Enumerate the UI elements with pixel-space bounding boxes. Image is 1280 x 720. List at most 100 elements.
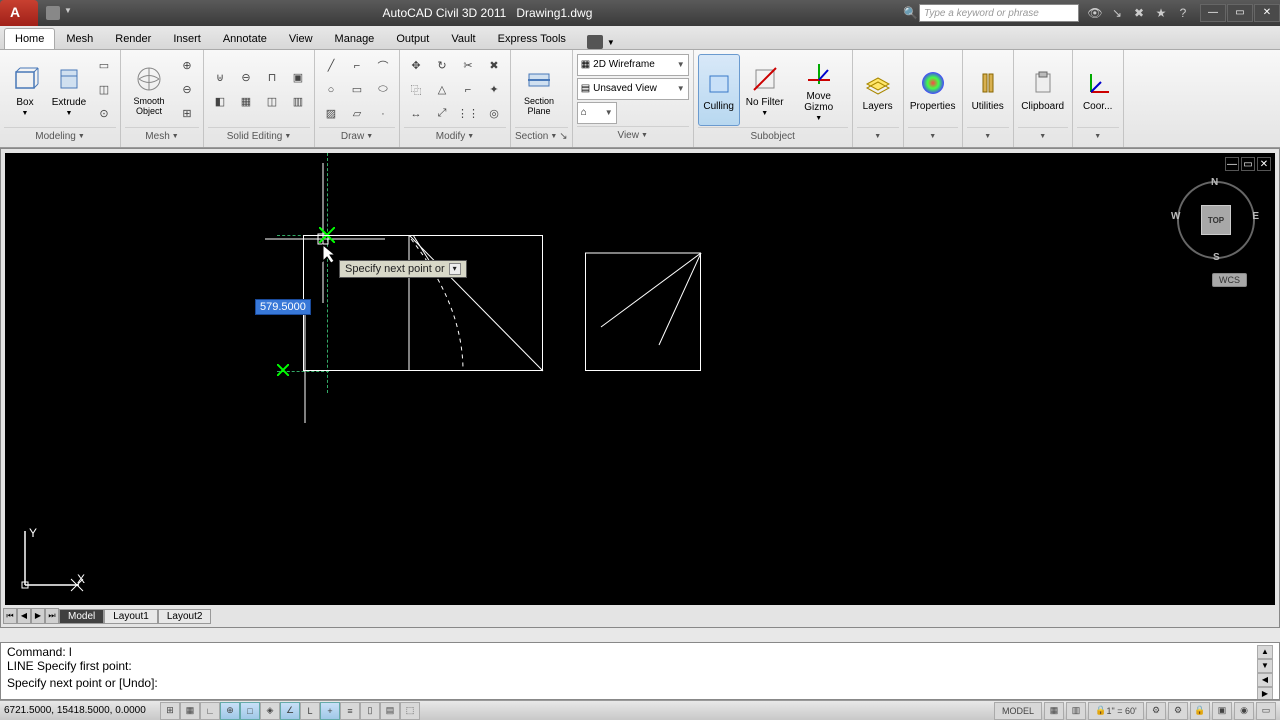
trim-button[interactable]: ✂ (456, 55, 480, 77)
imprint-button[interactable]: ▥ (286, 91, 310, 113)
visual-style-dropdown[interactable]: ▦ 2D Wireframe▼ (577, 54, 689, 76)
quick-view-drawings-button[interactable]: ▥ (1066, 702, 1086, 720)
tab-annotate[interactable]: Annotate (212, 28, 278, 49)
move-button[interactable]: ✥ (404, 55, 428, 77)
presspull-button[interactable]: ◫ (92, 79, 116, 101)
culling-button[interactable]: Culling (698, 54, 740, 126)
lwt-toggle[interactable]: ≡ (340, 702, 360, 720)
help-icon[interactable]: ? (1175, 5, 1191, 21)
ducs-toggle[interactable]: L (300, 702, 320, 720)
tab-next-button[interactable]: ▶ (31, 608, 45, 624)
hardware-accel-button[interactable]: ▣ (1212, 702, 1232, 720)
maximize-button[interactable]: ▭ (1227, 4, 1253, 22)
intersect-button[interactable]: ⊓ (260, 67, 284, 89)
offset-button[interactable]: ◎ (482, 103, 506, 125)
rectangle-button[interactable]: ▭ (345, 79, 369, 101)
tpy-toggle[interactable]: ▯ (360, 702, 380, 720)
viewcube[interactable]: N S W E TOP (1177, 181, 1255, 259)
rotate-button[interactable]: ↻ (430, 55, 454, 77)
tab-render[interactable]: Render (104, 28, 162, 49)
scroll-up-icon[interactable]: ▲ (1257, 645, 1273, 659)
viewcube-north[interactable]: N (1211, 177, 1218, 188)
subtract-button[interactable]: ⊖ (234, 67, 258, 89)
clipboard-button[interactable]: Clipboard (1018, 54, 1068, 126)
tab-express-tools[interactable]: Express Tools (487, 28, 577, 49)
thicken-button[interactable]: ▦ (234, 91, 258, 113)
polar-toggle[interactable]: ⊕ (220, 702, 240, 720)
stretch-button[interactable]: ↔ (404, 103, 428, 125)
dyn-toggle[interactable]: + (320, 702, 340, 720)
qat-button[interactable] (46, 6, 60, 20)
exchange-icon[interactable]: ✖ (1131, 5, 1147, 21)
extract-edges-button[interactable]: ◫ (260, 91, 284, 113)
panel-title-modeling[interactable]: Modeling ▼ (4, 127, 116, 145)
hatch-button[interactable]: ▨ (319, 103, 343, 125)
erase-button[interactable]: ✖ (482, 55, 506, 77)
scroll-right-icon[interactable]: ▶ (1257, 687, 1273, 700)
close-button[interactable]: ✕ (1254, 4, 1280, 22)
tab-mesh[interactable]: Mesh (55, 28, 104, 49)
union-button[interactable]: ⊎ (208, 67, 232, 89)
panel-title-section[interactable]: Section ▼ ↘ (515, 127, 568, 145)
scroll-left-icon[interactable]: ◀ (1257, 673, 1273, 687)
viewport-maximize-button[interactable]: ▭ (1241, 157, 1255, 171)
viewcube-south[interactable]: S (1213, 252, 1220, 263)
isolate-objects-button[interactable]: ◉ (1234, 702, 1254, 720)
tab-manage[interactable]: Manage (324, 28, 386, 49)
panel-expand-utilities[interactable]: ▼ (967, 127, 1009, 145)
move-gizmo-button[interactable]: Move Gizmo ▼ (790, 54, 848, 126)
no-filter-button[interactable]: No Filter ▼ (742, 54, 788, 126)
binoculars-icon[interactable]: 👁 (1087, 5, 1103, 21)
polyline-button[interactable]: ⌐ (345, 55, 369, 77)
tab-prev-button[interactable]: ◀ (17, 608, 31, 624)
annotation-visibility-button[interactable]: ⚙ (1146, 702, 1166, 720)
panel-toggle-icon[interactable] (587, 35, 603, 49)
arc-button[interactable]: ⌒ (371, 55, 395, 77)
box-button[interactable]: Box ▼ (4, 54, 46, 126)
polysolid-button[interactable]: ▭ (92, 55, 116, 77)
extrude-button[interactable]: Extrude ▼ (48, 54, 90, 126)
coordinates-button[interactable]: Coor... (1077, 54, 1119, 126)
copy-button[interactable]: ⿻ (404, 79, 428, 101)
favorites-icon[interactable]: ★ (1153, 5, 1169, 21)
model-tab[interactable]: Model (59, 609, 104, 624)
model-space-button[interactable]: MODEL (994, 702, 1042, 720)
properties-button[interactable]: Properties (908, 54, 958, 126)
section-plane-button[interactable]: Section Plane (515, 54, 563, 126)
panel-expand-coordinates[interactable]: ▼ (1077, 127, 1119, 145)
tab-home[interactable]: Home (4, 28, 55, 49)
tab-view[interactable]: View (278, 28, 324, 49)
clean-screen-button[interactable]: ▭ (1256, 702, 1276, 720)
quick-view-layouts-button[interactable]: ▦ (1044, 702, 1064, 720)
annotation-scale-button[interactable]: 🔒 1" = 60' (1088, 702, 1144, 720)
tooltip-options-icon[interactable]: ▾ (449, 263, 461, 275)
panel-expand-clipboard[interactable]: ▼ (1018, 127, 1068, 145)
viewcube-west[interactable]: W (1171, 211, 1180, 222)
ortho-toggle[interactable]: ∟ (200, 702, 220, 720)
application-menu-button[interactable] (0, 0, 38, 26)
mesh-less-button[interactable]: ⊖ (175, 79, 199, 101)
revolve-button[interactable]: ⊙ (92, 103, 116, 125)
qp-toggle[interactable]: ▤ (380, 702, 400, 720)
tab-last-button[interactable]: ⏭ (45, 608, 59, 624)
panel-title-mesh[interactable]: Mesh ▼ (125, 127, 199, 145)
dynamic-dimension-input[interactable]: 579.5000 (255, 299, 311, 315)
otrack-toggle[interactable]: ∠ (280, 702, 300, 720)
utilities-button[interactable]: Utilities (967, 54, 1009, 126)
viewport-close-button[interactable]: ✕ (1257, 157, 1271, 171)
snap-mode-toggle[interactable]: ⊞ (160, 702, 180, 720)
workspace-switching-button[interactable]: ⚙ (1168, 702, 1188, 720)
tab-first-button[interactable]: ⏮ (3, 608, 17, 624)
coordinate-display[interactable]: 6721.5000, 15418.5000, 0.0000 (0, 705, 160, 716)
infocenter-search-input[interactable]: Type a keyword or phrase (919, 4, 1079, 22)
qat-dropdown-icon[interactable]: ▼ (64, 6, 72, 20)
osnap-toggle[interactable]: □ (240, 702, 260, 720)
viewcube-east[interactable]: E (1252, 211, 1259, 222)
mesh-refine-button[interactable]: ⊞ (175, 103, 199, 125)
tab-insert[interactable]: Insert (162, 28, 212, 49)
ellipse-button[interactable]: ⬭ (371, 79, 395, 101)
fillet-button[interactable]: ⌐ (456, 79, 480, 101)
command-window[interactable]: Command: l LINE Specify first point: Spe… (0, 642, 1280, 700)
viewport-minimize-button[interactable]: — (1225, 157, 1239, 171)
panel-title-view[interactable]: View ▼ (577, 126, 689, 144)
